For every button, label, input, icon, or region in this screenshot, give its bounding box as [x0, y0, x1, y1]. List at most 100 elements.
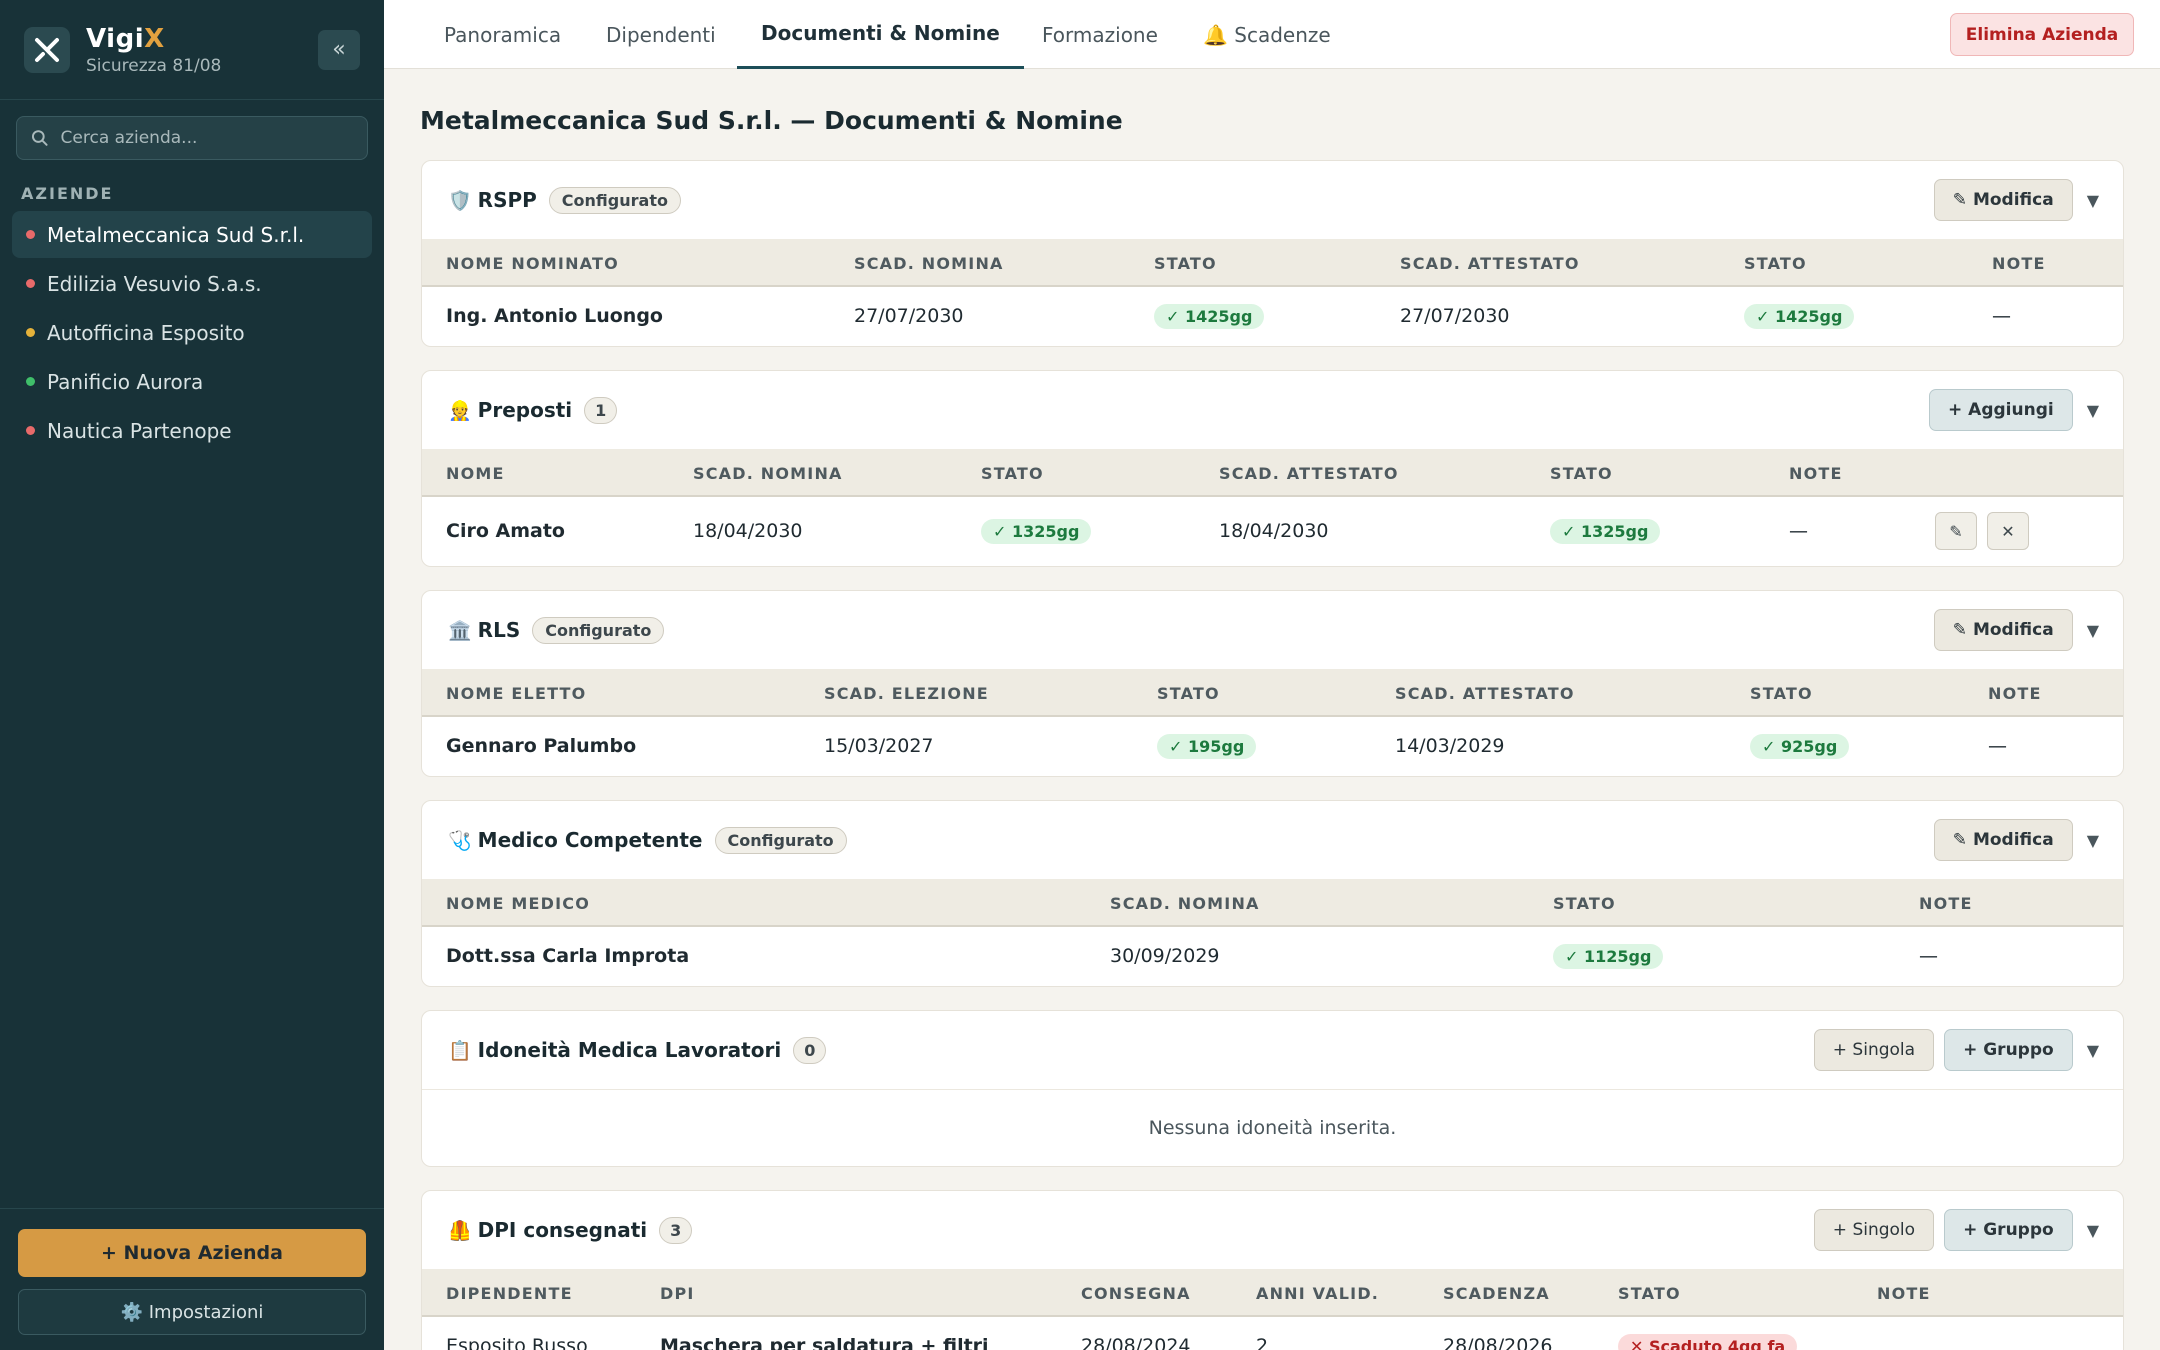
status-dot-icon: [26, 377, 35, 386]
card-title: Idoneità Medica Lavoratori: [477, 1038, 782, 1062]
person-name: Gennaro Palumbo: [446, 735, 637, 757]
app-logo-icon: [24, 26, 70, 73]
add-single-idoneita-button[interactable]: + Singola: [1813, 1029, 1935, 1071]
tab-panoramica[interactable]: Panoramica: [444, 0, 561, 69]
worker-icon: 👷: [448, 399, 472, 422]
column-header: NOME ELETTO: [446, 683, 587, 703]
column-header: ANNI VALID.: [1256, 1283, 1380, 1303]
preposti-card: 👷 Preposti 1 + Aggiungi ▼ NOME SCAD. NOM…: [421, 370, 2124, 567]
edit-rls-button[interactable]: ✎ Modifica: [1933, 609, 2073, 651]
person-name: Dott.ssa Carla Improta: [446, 945, 690, 967]
status-pill: ✓ 1125gg: [1553, 943, 1664, 969]
note-cell: —: [1988, 735, 2007, 757]
add-single-dpi-button[interactable]: + Singolo: [1813, 1209, 1935, 1251]
chevron-down-icon[interactable]: ▼: [2087, 621, 2099, 640]
app-name: VigiX: [86, 23, 165, 54]
card-title: RLS: [477, 618, 521, 642]
chevron-down-icon[interactable]: ▼: [2087, 1221, 2099, 1240]
delete-company-button[interactable]: Elimina Azienda: [1950, 13, 2134, 56]
column-header: STATO: [1157, 683, 1220, 703]
status-dot-icon: [26, 426, 35, 435]
column-header: STATO: [1744, 253, 1807, 273]
tab-scadenze[interactable]: 🔔 Scadenze: [1203, 0, 1331, 69]
count-badge: 0: [793, 1036, 827, 1064]
add-preposto-button[interactable]: + Aggiungi: [1929, 389, 2073, 431]
shield-icon: 🛡️: [448, 189, 472, 212]
dpi-cell: Maschera per saldatura + filtri: [660, 1335, 989, 1350]
add-group-idoneita-button[interactable]: + Gruppo: [1944, 1029, 2073, 1071]
collapse-sidebar-button[interactable]: «: [318, 29, 360, 70]
company-item-metalmeccanica-sud[interactable]: Metalmeccanica Sud S.r.l.: [12, 211, 372, 258]
edit-rspp-button[interactable]: ✎ Modifica: [1933, 179, 2073, 221]
tab-formazione[interactable]: Formazione: [1042, 0, 1158, 69]
column-header: STATO: [1550, 463, 1613, 483]
add-group-dpi-button[interactable]: + Gruppo: [1944, 1209, 2073, 1251]
years-cell: 2: [1256, 1335, 1269, 1350]
tab-documenti-nomine[interactable]: Documenti & Nomine: [737, 0, 1024, 69]
table-header: DIPENDENTE DPI CONSEGNA ANNI VALID. SCAD…: [422, 1269, 2123, 1317]
company-item-autofficina-esposito[interactable]: Autofficina Esposito: [12, 309, 372, 356]
column-header: STATO: [981, 463, 1044, 483]
column-header: NOME: [446, 463, 505, 483]
column-header: NOME NOMINATO: [446, 253, 619, 273]
chevron-down-icon[interactable]: ▼: [2087, 191, 2099, 210]
settings-button[interactable]: ⚙️ Impostazioni: [18, 1289, 366, 1335]
chevron-down-icon[interactable]: ▼: [2087, 1041, 2099, 1060]
table-row: Gennaro Palumbo 15/03/2027 ✓ 195gg 14/03…: [422, 717, 2123, 775]
edit-icon[interactable]: ✎: [1935, 512, 1977, 550]
status-dot-icon: [26, 279, 35, 288]
clipboard-icon: 📋: [448, 1039, 472, 1062]
empty-state-message: Nessuna idoneità inserita.: [422, 1089, 2123, 1165]
column-header: NOME MEDICO: [446, 893, 591, 913]
date-cell: 28/08/2026: [1443, 1335, 1553, 1350]
column-header: DPI: [660, 1283, 695, 1303]
column-header: NOTE: [1992, 253, 2046, 273]
company-item-panificio-aurora[interactable]: Panificio Aurora: [12, 358, 372, 405]
chevron-down-icon[interactable]: ▼: [2087, 831, 2099, 850]
status-pill: ✕ Scaduto 4gg fa: [1618, 1333, 1798, 1350]
column-header: DIPENDENTE: [446, 1283, 573, 1303]
column-header: SCAD. ATTESTATO: [1395, 683, 1575, 703]
close-icon[interactable]: ✕: [1987, 512, 2029, 550]
note-cell: —: [1992, 305, 2011, 327]
company-list: Metalmeccanica Sud S.r.l. Edilizia Vesuv…: [0, 211, 384, 454]
person-name: Ing. Antonio Luongo: [446, 305, 663, 327]
column-header: SCAD. NOMINA: [1110, 893, 1260, 913]
company-search[interactable]: [16, 116, 368, 160]
status-pill: ✓ 1325gg: [1550, 518, 1661, 544]
company-item-edilizia-vesuvio[interactable]: Edilizia Vesuvio S.a.s.: [12, 260, 372, 307]
date-cell: 14/03/2029: [1395, 735, 1505, 757]
card-title: Medico Competente: [477, 828, 703, 852]
status-badge: Configurato: [532, 616, 665, 644]
date-cell: 27/07/2030: [854, 305, 964, 327]
safety-vest-icon: 🦺: [448, 1219, 472, 1242]
column-header: SCAD. ATTESTATO: [1400, 253, 1580, 273]
table-header: NOME MEDICO SCAD. NOMINA STATO NOTE: [422, 879, 2123, 927]
column-header: STATO: [1618, 1283, 1681, 1303]
card-title: RSPP: [477, 188, 537, 212]
column-header: SCAD. NOMINA: [693, 463, 843, 483]
column-header: NOTE: [1919, 893, 1973, 913]
search-input[interactable]: [60, 128, 353, 148]
date-cell: 15/03/2027: [824, 735, 934, 757]
employee-cell: Esposito Russo: [446, 1335, 588, 1350]
column-header: STATO: [1154, 253, 1217, 273]
status-pill: ✓ 925gg: [1750, 733, 1850, 759]
status-badge: Configurato: [714, 826, 847, 854]
card-title: DPI consegnati: [477, 1218, 648, 1242]
column-header: CONSEGNA: [1081, 1283, 1191, 1303]
table-row: Dott.ssa Carla Improta 30/09/2029 ✓ 1125…: [422, 927, 2123, 985]
column-header: NOTE: [1988, 683, 2042, 703]
column-header: STATO: [1553, 893, 1616, 913]
tab-dipendenti[interactable]: Dipendenti: [606, 0, 716, 69]
search-icon: [31, 130, 48, 146]
sidebar: VigiX Sicurezza 81/08 « AZIENDE Metalmec…: [0, 0, 384, 1350]
table-row: Esposito Russo Maschera per saldatura + …: [422, 1317, 2123, 1350]
column-header: SCAD. ELEZIONE: [824, 683, 989, 703]
chevron-down-icon[interactable]: ▼: [2087, 401, 2099, 420]
date-cell: 28/08/2024: [1081, 1335, 1191, 1350]
edit-medico-button[interactable]: ✎ Modifica: [1933, 819, 2073, 861]
count-badge: 3: [659, 1216, 693, 1244]
company-item-nautica-partenope[interactable]: Nautica Partenope: [12, 407, 372, 454]
new-company-button[interactable]: + Nuova Azienda: [18, 1229, 366, 1277]
